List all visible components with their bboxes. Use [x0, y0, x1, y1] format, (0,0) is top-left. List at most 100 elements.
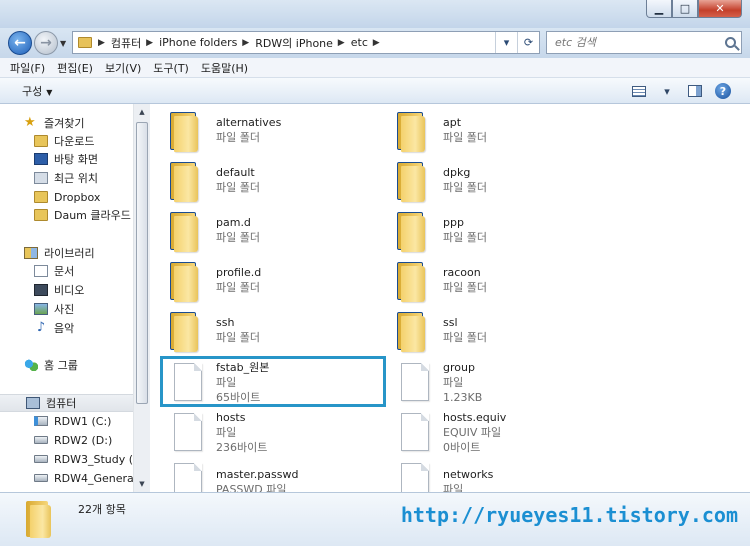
list-item[interactable]: pam.d 파일 폴더: [162, 206, 392, 254]
item-name: hosts.equiv: [443, 410, 507, 424]
breadcrumb-computer[interactable]: 컴퓨터: [111, 35, 141, 51]
list-item[interactable]: alternatives 파일 폴더: [162, 106, 392, 154]
chevron-right-icon[interactable]: ▶: [98, 38, 105, 48]
organize-button[interactable]: 구성 ▼: [22, 83, 52, 99]
list-item[interactable]: ssl 파일 폴더: [389, 306, 619, 354]
item-size: 0바이트: [443, 440, 481, 454]
sidebar-item-music[interactable]: ♪ 음악: [34, 319, 74, 337]
sidebar-item-desktop[interactable]: 바탕 화면: [34, 150, 98, 168]
picture-icon: [34, 303, 48, 315]
list-item[interactable]: dpkg 파일 폴더: [389, 156, 619, 204]
navigation-bar: ← → ▼ ▶ 컴퓨터 ▶ iPhone folders ▶ RDW의 iPho…: [0, 28, 750, 58]
pane-splitter[interactable]: [150, 104, 158, 492]
sidebar-favorites[interactable]: ★ 즐겨찾기: [24, 114, 84, 132]
sidebar-drive-d[interactable]: RDW2 (D:): [34, 431, 112, 449]
item-name: pam.d: [216, 216, 251, 229]
address-history-dropdown[interactable]: ▾: [495, 32, 517, 53]
close-icon: ✕: [715, 2, 725, 15]
sidebar-computer[interactable]: 컴퓨터: [0, 394, 133, 412]
file-icon: [389, 358, 435, 406]
scrollbar-thumb[interactable]: [136, 122, 148, 404]
search-input[interactable]: [555, 36, 715, 49]
menu-edit[interactable]: 편집(E): [57, 60, 93, 76]
document-icon: [34, 265, 48, 277]
chevron-right-icon[interactable]: ▶: [143, 38, 153, 48]
list-item[interactable]: hosts.equiv EQUIV 파일 0바이트: [389, 408, 619, 456]
sidebar-item-recent[interactable]: 최근 위치: [34, 169, 98, 187]
watermark-url: http://ryueyes11.tistory.com: [400, 503, 738, 527]
drive-icon: [34, 455, 48, 463]
sidebar-drive-c[interactable]: RDW1 (C:): [34, 412, 111, 430]
chevron-right-icon[interactable]: ▶: [370, 38, 380, 48]
sidebar-item-documents[interactable]: 문서: [34, 262, 74, 280]
drive-icon: [34, 436, 48, 444]
file-icon: [162, 408, 208, 456]
list-item[interactable]: profile.d 파일 폴더: [162, 256, 392, 304]
sidebar-label: 홈 그룹: [44, 359, 78, 372]
refresh-button[interactable]: ⟳: [517, 32, 539, 53]
search-box[interactable]: [546, 31, 742, 54]
list-item[interactable]: default 파일 폴더: [162, 156, 392, 204]
minimize-button[interactable]: ▁: [646, 0, 672, 18]
change-view-button[interactable]: [628, 81, 650, 101]
list-item[interactable]: ssh 파일 폴더: [162, 306, 392, 354]
breadcrumb-etc[interactable]: etc: [351, 36, 368, 49]
sidebar-item-downloads[interactable]: 다운로드: [34, 132, 94, 150]
menu-tools[interactable]: 도구(T): [153, 60, 189, 76]
address-bar[interactable]: ▶ 컴퓨터 ▶ iPhone folders ▶ RDW의 iPhone ▶ e…: [72, 31, 540, 54]
maximize-button[interactable]: □: [672, 0, 698, 18]
sidebar-libraries[interactable]: 라이브러리: [24, 244, 95, 262]
close-button[interactable]: ✕: [698, 0, 742, 18]
chevron-right-icon[interactable]: ▶: [335, 38, 345, 48]
list-item[interactable]: hosts 파일 236바이트: [162, 408, 392, 456]
item-type: PASSWD 파일: [216, 483, 287, 492]
item-size: 65바이트: [216, 390, 261, 404]
menu-view[interactable]: 보기(V): [105, 60, 141, 76]
file-list: alternatives 파일 폴더 apt 파일 폴더 default 파일 폴더 …: [158, 104, 750, 492]
list-item[interactable]: networks 파일: [389, 458, 619, 492]
list-item[interactable]: fstab_원본 파일 65바이트: [162, 358, 392, 406]
list-item[interactable]: group 파일 1.23KB: [389, 358, 619, 406]
folder-icon: [389, 306, 435, 354]
help-button[interactable]: ?: [712, 81, 734, 101]
sidebar-item-pictures[interactable]: 사진: [34, 300, 74, 318]
breadcrumb-iphone-folders[interactable]: iPhone folders: [159, 36, 237, 49]
list-item[interactable]: master.passwd PASSWD 파일: [162, 458, 392, 492]
search-icon[interactable]: [725, 37, 736, 48]
menu-file[interactable]: 파일(F): [10, 60, 45, 76]
sidebar-homegroup[interactable]: 홈 그룹: [24, 356, 78, 374]
sidebar-scrollbar[interactable]: ▲ ▼: [133, 104, 150, 492]
recent-pages-dropdown[interactable]: ▼: [60, 39, 66, 48]
sidebar-label: 컴퓨터: [46, 397, 77, 410]
sidebar-label: 문서: [54, 265, 75, 278]
item-name: default: [216, 166, 255, 179]
menu-help[interactable]: 도움말(H): [201, 60, 248, 76]
item-name: group: [443, 360, 475, 374]
sidebar-label: 비디오: [54, 284, 85, 297]
breadcrumb-device[interactable]: RDW의 iPhone: [255, 35, 333, 51]
back-button[interactable]: ←: [8, 31, 32, 55]
recent-places-icon: [34, 172, 48, 184]
sidebar-item-videos[interactable]: 비디오: [34, 281, 84, 299]
forward-button[interactable]: →: [34, 31, 58, 55]
scroll-up-icon[interactable]: ▲: [134, 104, 150, 120]
sidebar-item-daum-cloud[interactable]: Daum 클라우드: [34, 206, 131, 224]
scroll-down-icon[interactable]: ▼: [134, 476, 150, 492]
item-size: 236바이트: [216, 440, 268, 454]
sidebar-item-dropbox[interactable]: Dropbox: [34, 188, 100, 206]
sidebar-drive-e[interactable]: RDW3_Study (E:): [34, 450, 148, 468]
sidebar-label: Daum 클라우드: [54, 209, 131, 222]
list-item[interactable]: apt 파일 폴더: [389, 106, 619, 154]
item-type: 파일 폴더: [443, 231, 487, 244]
view-options-dropdown[interactable]: ▾: [656, 81, 678, 101]
chevron-down-icon: ▾: [503, 36, 510, 49]
address-actions: ▾ ⟳: [495, 32, 539, 53]
list-item[interactable]: ppp 파일 폴더: [389, 206, 619, 254]
folder-icon: [26, 501, 54, 539]
preview-pane-button[interactable]: [684, 81, 706, 101]
chevron-right-icon[interactable]: ▶: [239, 38, 249, 48]
sidebar-label: 즐겨찾기: [44, 117, 85, 130]
view-list-icon: [632, 85, 646, 97]
list-item[interactable]: racoon 파일 폴더: [389, 256, 619, 304]
drive-icon: [34, 474, 48, 482]
